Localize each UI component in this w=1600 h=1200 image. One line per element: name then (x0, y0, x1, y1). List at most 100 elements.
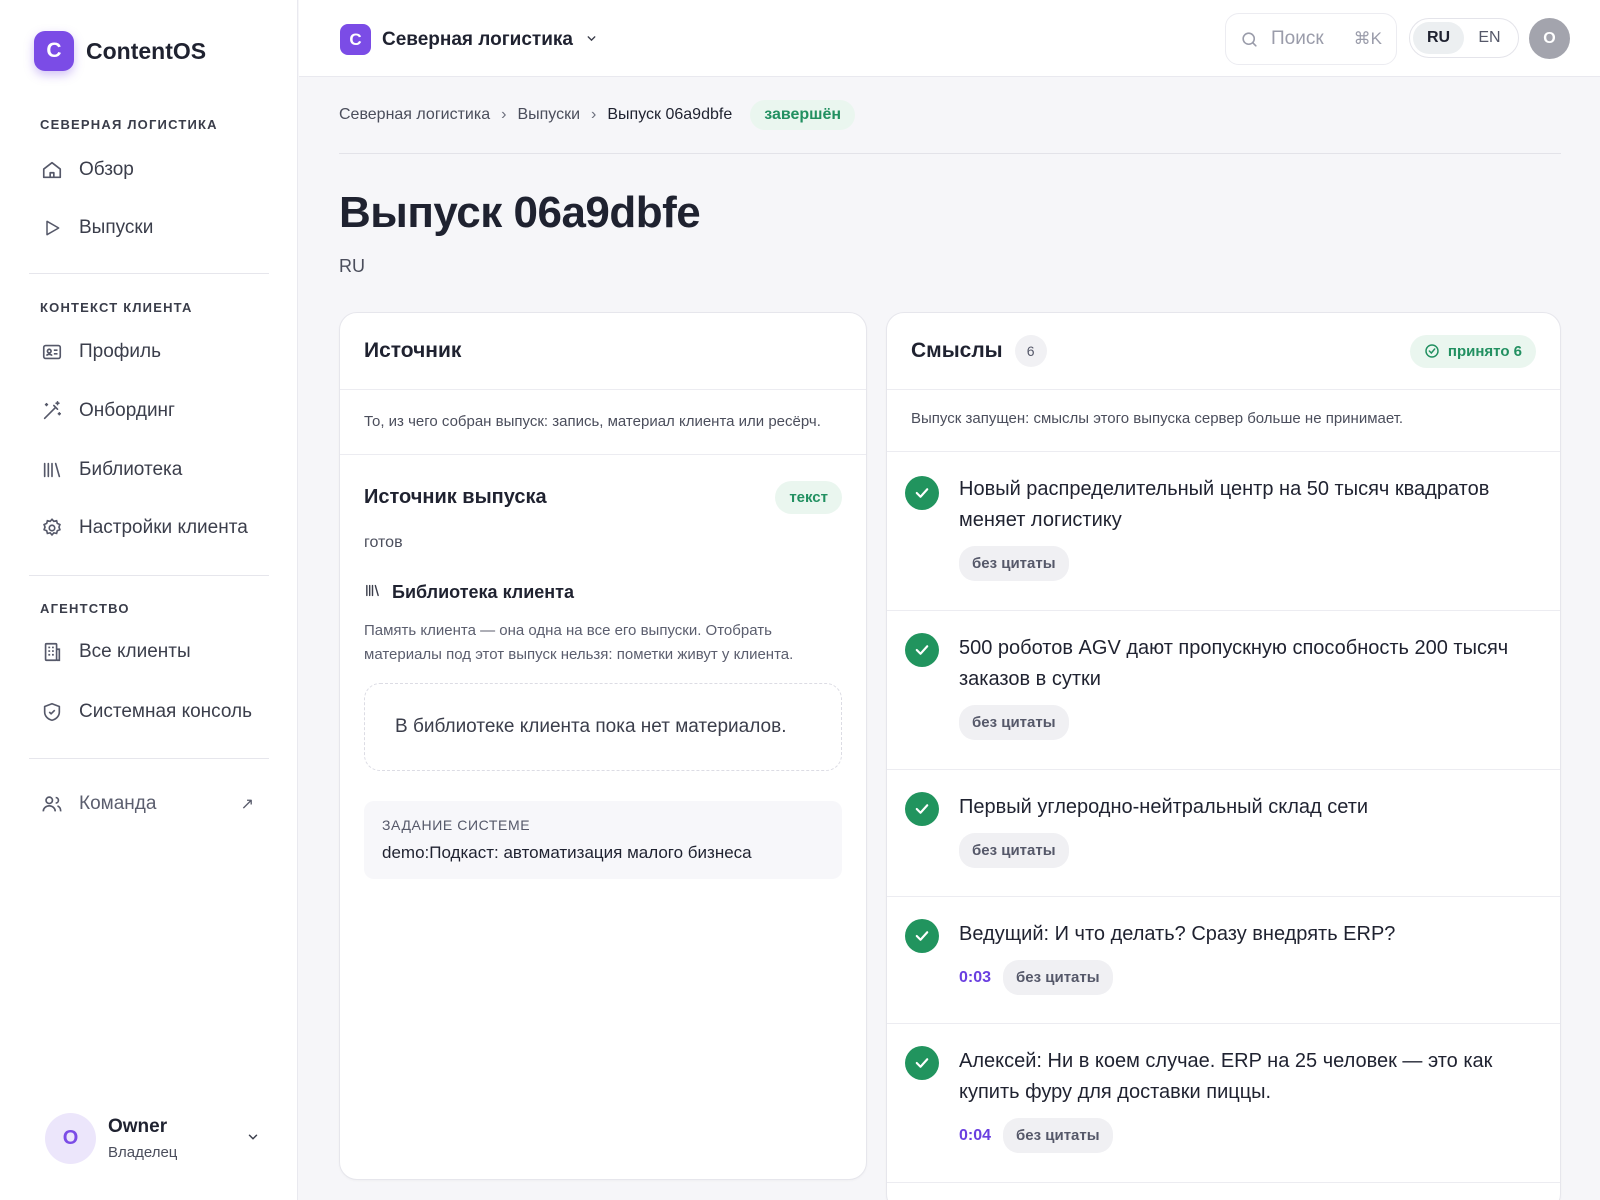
lang-en-option[interactable]: EN (1464, 22, 1515, 54)
system-task-text: demo:Подкаст: автоматизация малого бизне… (382, 843, 752, 862)
sidebar-item-client-settings[interactable]: Настройки клиента (40, 508, 270, 548)
source-card-header: Источник (340, 313, 866, 390)
sidebar-item-label: Команда (79, 793, 157, 814)
owner-name: Owner (108, 1116, 168, 1137)
sidebar-item-label: Все клиенты (79, 641, 191, 662)
home-icon (40, 158, 64, 182)
library-empty-state: В библиотеке клиента пока нет материалов… (364, 683, 842, 771)
topbar: C Северная логистика Поиск ⌘K RU EN O (299, 0, 1600, 77)
sidebar-section-context: КОНТЕКСТ КЛИЕНТА (40, 300, 193, 315)
breadcrumb-client[interactable]: Северная логистика (339, 106, 490, 124)
owner-role: Владелец (108, 1144, 178, 1161)
check-icon (905, 1046, 939, 1080)
check-icon (905, 633, 939, 667)
sidebar-item-all-clients[interactable]: Все клиенты (40, 632, 270, 672)
sidebar-divider (29, 273, 269, 274)
sidebar-item-library[interactable]: Библиотека (40, 450, 270, 490)
sidebar-item-onboarding[interactable]: Онбординг (40, 391, 270, 431)
client-library-description: Память клиента — она одна на все его вып… (364, 622, 794, 663)
magic-wand-icon (40, 399, 64, 423)
list-item[interactable]: Первый углеродно-нейтральный склад сети … (887, 770, 1560, 897)
page-title: Выпуск 06a9dbfe (339, 188, 701, 237)
sidebar-item-releases[interactable]: Выпуски (40, 208, 270, 248)
brand-logo: C (34, 31, 74, 71)
system-task-label: ЗАДАНИЕ СИСТЕМЕ (382, 817, 531, 833)
meanings-note: Выпуск запущен: смыслы этого выпуска сер… (887, 390, 1560, 452)
system-task: ЗАДАНИЕ СИСТЕМЕ demo:Подкаст: автоматиза… (364, 801, 842, 879)
sidebar-item-label: Профиль (79, 341, 162, 362)
accepted-badge: принято 6 (1409, 334, 1536, 368)
users-icon (40, 792, 64, 816)
chevron-down-icon (585, 32, 598, 48)
user-avatar[interactable]: O (1529, 18, 1570, 59)
brand[interactable]: C ContentOS (34, 31, 206, 71)
client-library-title: Библиотека клиента (392, 582, 575, 602)
timestamp-link[interactable]: 0:03 (959, 969, 991, 987)
org-switcher[interactable]: C Северная логистика (340, 24, 598, 55)
source-body: Источник выпуска текст готов Библиотека … (340, 455, 866, 905)
source-description: То, из чего собран выпуск: запись, матер… (340, 390, 866, 455)
breadcrumb-separator: › (501, 106, 507, 123)
quote-chip[interactable]: без цитаты (1003, 960, 1113, 995)
status-badge: завершён (750, 100, 856, 130)
building-icon (40, 640, 64, 664)
divider (339, 153, 1561, 154)
id-card-icon (40, 340, 64, 364)
timestamp-link[interactable]: 0:04 (959, 1127, 991, 1145)
source-card: Источник То, из чего собран выпуск: запи… (339, 312, 867, 1180)
chevron-down-icon (246, 1130, 260, 1147)
quote-chip[interactable]: без цитаты (959, 546, 1069, 581)
sidebar-item-label: Выпуски (79, 217, 154, 238)
check-icon (905, 792, 939, 826)
brand-name: ContentOS (86, 37, 207, 64)
meaning-text: 500 роботов AGV дают пропускную способно… (959, 637, 1509, 690)
list-item[interactable]: Новый распределительный центр на 50 тыся… (887, 452, 1560, 611)
search-input[interactable]: Поиск ⌘K (1225, 13, 1397, 65)
source-type-badge: текст (775, 481, 842, 514)
sidebar-item-label: Онбординг (79, 400, 175, 421)
quote-chip[interactable]: без цитаты (959, 833, 1069, 868)
sidebar-section-client: СЕВЕРНАЯ ЛОГИСТИКА (40, 117, 218, 132)
list-item[interactable]: Ведущий: И что делать? Сразу внедрять ER… (887, 897, 1560, 1024)
sidebar-item-profile[interactable]: Профиль (40, 332, 270, 372)
gear-icon (40, 516, 64, 540)
client-library-heading: Библиотека клиента (364, 582, 842, 603)
source-status: готов (364, 534, 403, 551)
meanings-card-header: Смыслы 6 принято 6 (887, 313, 1560, 390)
search-icon (1240, 30, 1259, 49)
external-link-icon: ↗ (240, 796, 254, 813)
sidebar-item-label: Библиотека (79, 459, 183, 480)
breadcrumb-releases[interactable]: Выпуски (517, 106, 580, 124)
search-shortcut: ⌘K (1353, 29, 1382, 48)
page-language: RU (339, 256, 365, 276)
list-item[interactable]: 500 роботов AGV дают пропускную способно… (887, 611, 1560, 770)
meanings-count-badge: 6 (1014, 335, 1047, 367)
sidebar-item-label: Системная консоль (79, 701, 253, 722)
list-item[interactable]: Алексей: Ни в коем случае. ERP на 25 чел… (887, 1024, 1560, 1183)
accepted-label: принято 6 (1447, 342, 1522, 360)
language-switcher[interactable]: RU EN (1409, 18, 1519, 58)
quote-chip[interactable]: без цитаты (959, 705, 1069, 740)
check-circle-icon (1424, 343, 1440, 359)
account-menu[interactable]: O Owner Владелец (45, 1113, 260, 1164)
sidebar-item-overview[interactable]: Обзор (40, 150, 270, 190)
org-name: Северная логистика (382, 28, 573, 50)
meanings-card-title: Смыслы (911, 339, 1003, 362)
shield-icon (40, 700, 64, 724)
sidebar-section-agency: АГЕНТСТВО (40, 601, 130, 616)
quote-chip[interactable]: без цитаты (1003, 1118, 1113, 1153)
source-card-title: Источник (364, 339, 462, 362)
sidebar-divider (29, 575, 269, 576)
play-icon (40, 216, 64, 240)
check-icon (905, 919, 939, 953)
meaning-text: Новый распределительный центр на 50 тыся… (959, 478, 1490, 531)
library-icon (364, 582, 381, 603)
sidebar-item-system-console[interactable]: Системная консоль (40, 692, 270, 732)
sidebar-item-team[interactable]: Команда ↗ (40, 784, 270, 824)
lang-ru-option[interactable]: RU (1413, 22, 1464, 54)
check-icon (905, 476, 939, 510)
breadcrumb: Северная логистика › Выпуски › Выпуск 06… (339, 100, 856, 130)
sidebar-item-label: Обзор (79, 159, 134, 180)
meanings-card: Смыслы 6 принято 6 Выпуск запущен: смысл… (886, 312, 1561, 1200)
release-source-title: Источник выпуска (364, 486, 547, 508)
